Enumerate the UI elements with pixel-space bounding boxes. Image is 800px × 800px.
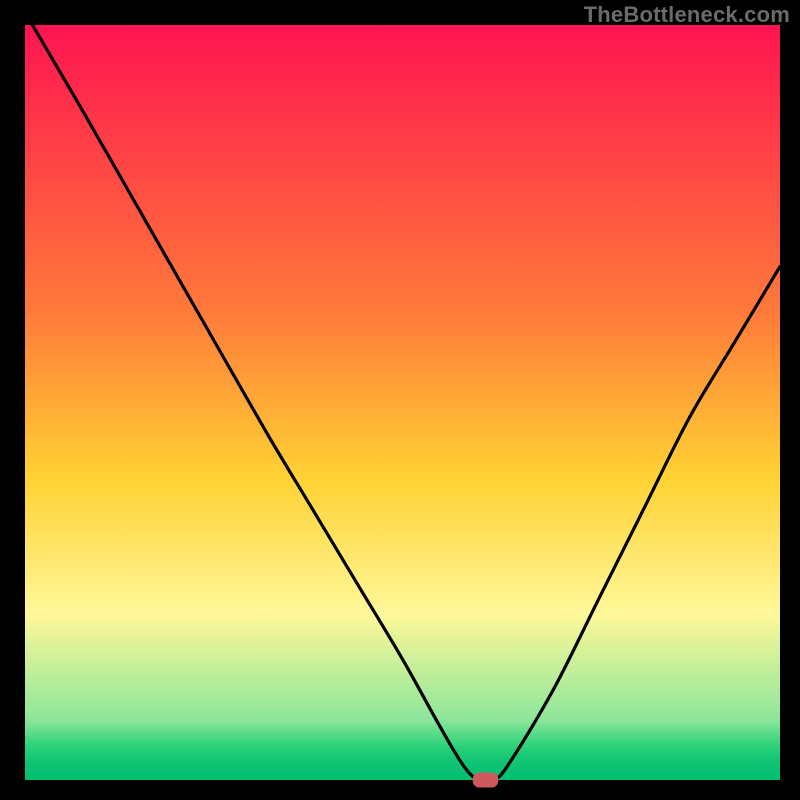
bottleneck-chart (0, 0, 800, 800)
plot-area (25, 25, 780, 780)
optimum-marker (473, 773, 497, 787)
chart-stage: TheBottleneck.com (0, 0, 800, 800)
watermark-text: TheBottleneck.com (584, 2, 790, 28)
